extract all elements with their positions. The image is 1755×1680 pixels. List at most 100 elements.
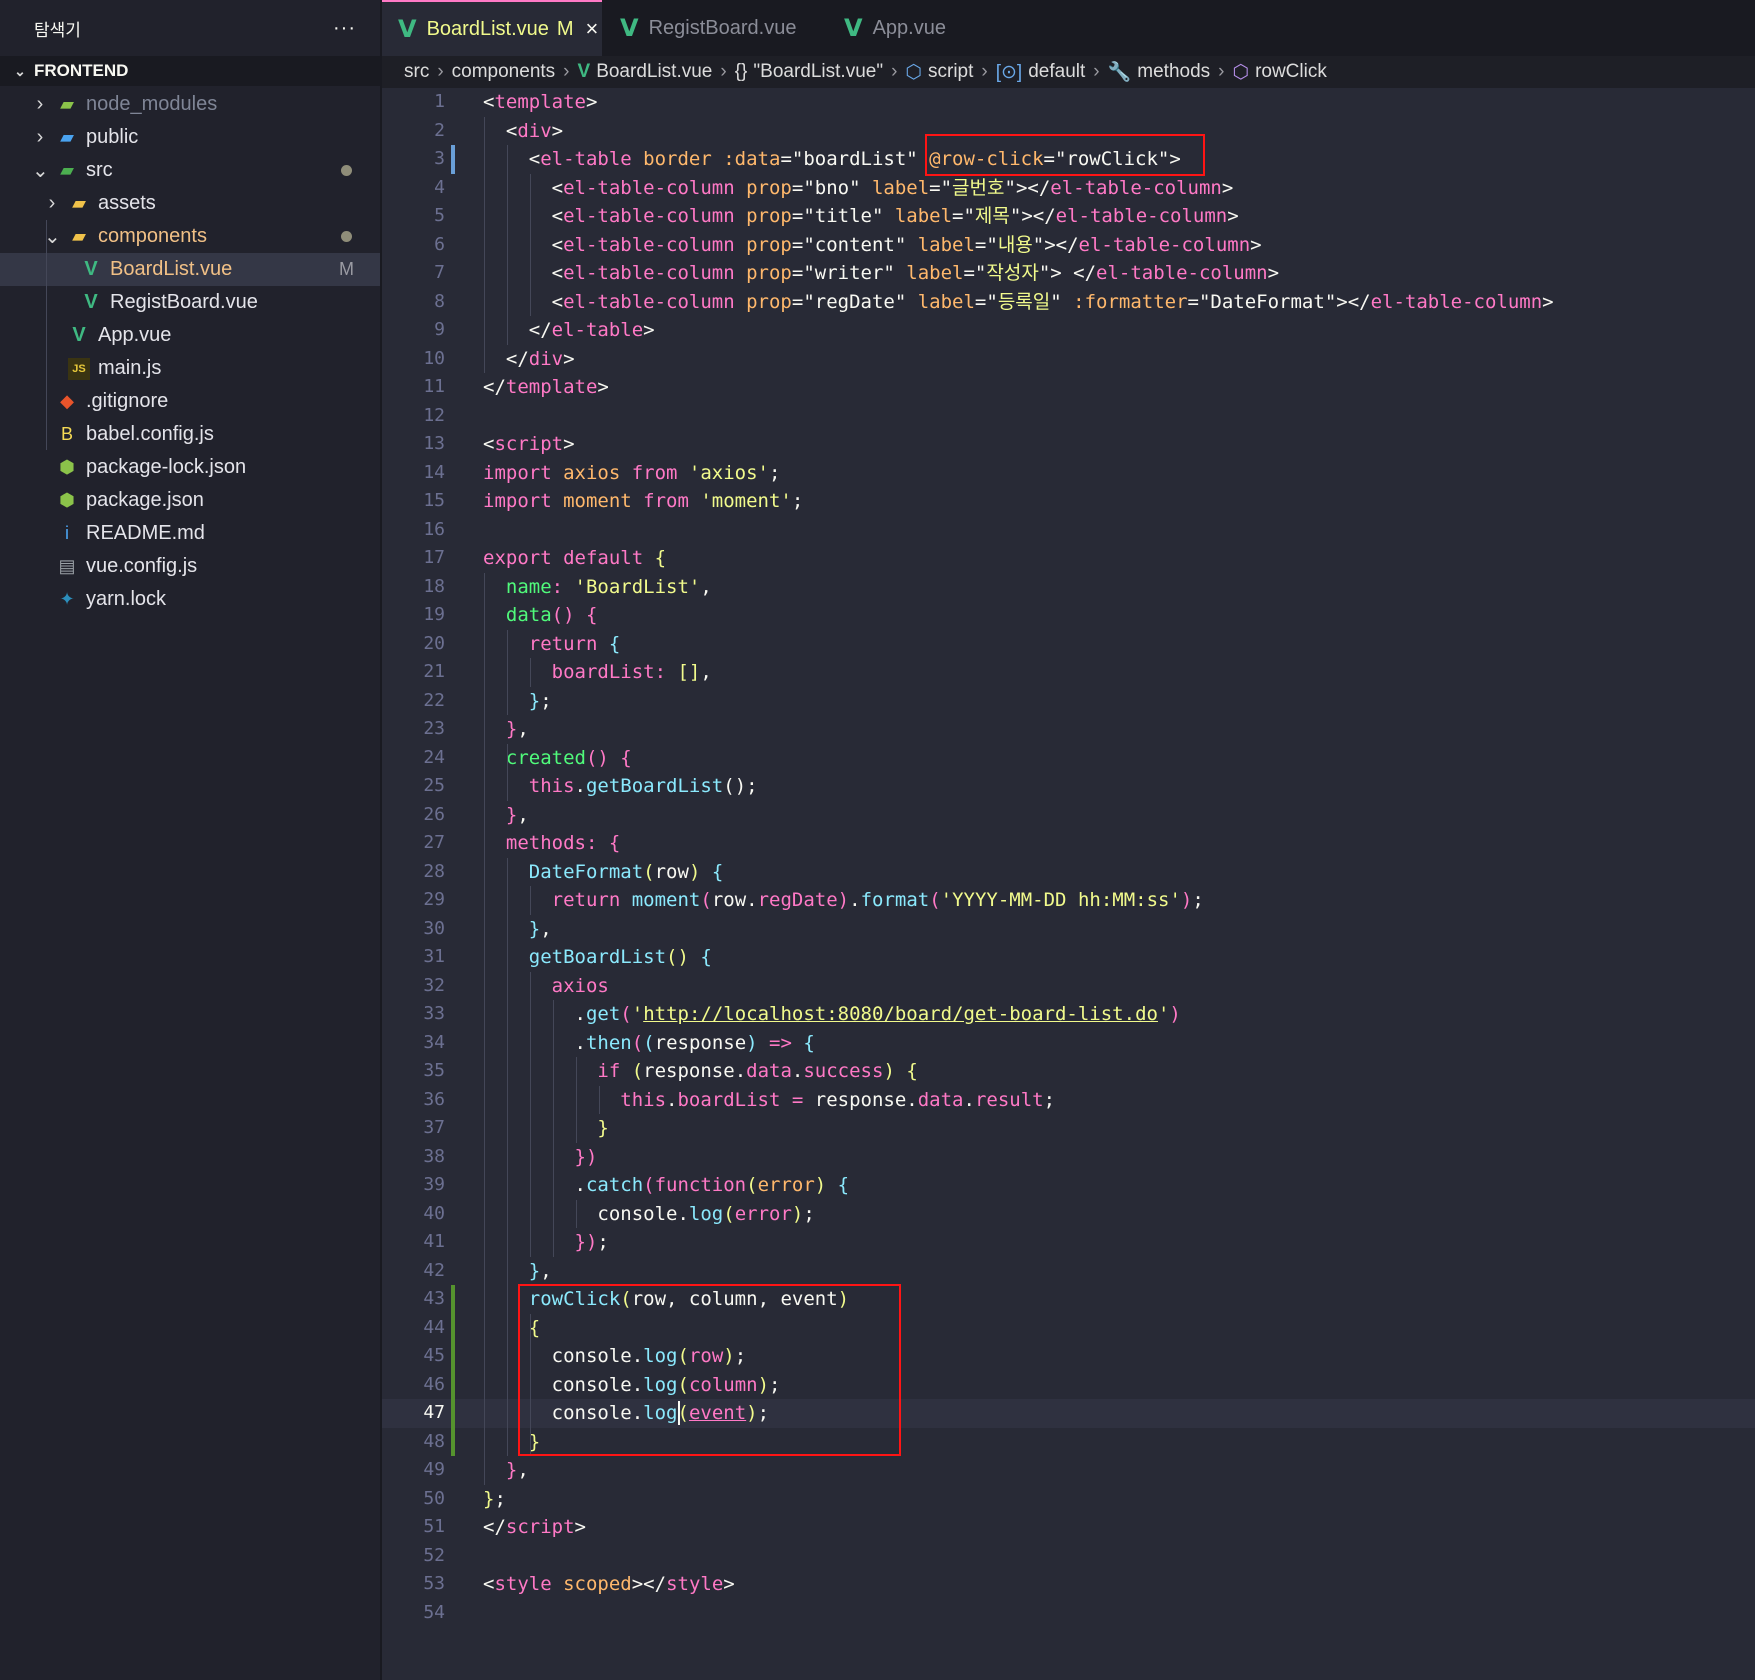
code-line[interactable]: 31 getBoardList() { bbox=[382, 943, 1755, 972]
code-line[interactable]: 8 <el-table-column prop="regDate" label=… bbox=[382, 288, 1755, 317]
code-line[interactable]: 6 <el-table-column prop="content" label=… bbox=[382, 231, 1755, 260]
chevron-right-icon: › bbox=[1093, 61, 1100, 82]
line-number: 20 bbox=[423, 632, 445, 654]
indent-guide bbox=[575, 1199, 577, 1228]
tree-item-gitignore[interactable]: ◆ .gitignore bbox=[0, 385, 380, 418]
tree-item-app-vue[interactable]: V App.vue bbox=[0, 319, 380, 352]
code-text: export default { bbox=[483, 547, 667, 569]
code-line[interactable]: 29 return moment(row.regDate).format('YY… bbox=[382, 886, 1755, 915]
code-line[interactable]: 40 console.log(error); bbox=[382, 1200, 1755, 1229]
code-line[interactable]: 53 <style scoped></style> bbox=[382, 1570, 1755, 1599]
code-line[interactable]: 14 import axios from 'axios'; bbox=[382, 459, 1755, 488]
line-number: 31 bbox=[423, 946, 445, 967]
code-line[interactable]: 18 name: 'BoardList', bbox=[382, 573, 1755, 602]
code-line[interactable]: 39 .catch(function(error) { bbox=[382, 1171, 1755, 1200]
tree-item-package-json[interactable]: ⬢ package.json bbox=[0, 484, 380, 517]
breadcrumb-method[interactable]: rowClick bbox=[1255, 61, 1327, 83]
tree-item-babel-config-js[interactable]: Bbabel.config.js bbox=[0, 418, 380, 451]
babel-icon: B bbox=[60, 424, 73, 444]
vue-icon: V bbox=[84, 258, 98, 280]
code-line[interactable]: 54 bbox=[382, 1599, 1755, 1628]
tree-item-vue-config-js[interactable]: ▤ vue.config.js bbox=[0, 550, 380, 583]
tree-item-label: babel.config.js bbox=[86, 423, 214, 445]
tree-item-public[interactable]: › ▰ public bbox=[0, 121, 380, 154]
code-editor[interactable]: 1 <template> 2 <div> 3 <el-table border :da… bbox=[382, 88, 1755, 1680]
code-line[interactable]: 36 this.boardList = response.data.result… bbox=[382, 1086, 1755, 1115]
close-tab-icon[interactable]: × bbox=[586, 16, 599, 42]
code-line[interactable]: 17 export default { bbox=[382, 544, 1755, 573]
code-line[interactable]: 5 <el-table-column prop="title" label="제… bbox=[382, 202, 1755, 231]
breadcrumb-methods[interactable]: methods bbox=[1137, 61, 1210, 83]
code-line[interactable]: 52 bbox=[382, 1542, 1755, 1571]
breadcrumb-file[interactable]: BoardList.vue bbox=[596, 61, 712, 83]
tab-app-vue[interactable]: V App.vue bbox=[828, 0, 1048, 56]
code-line[interactable]: 19 data() { bbox=[382, 601, 1755, 630]
code-line[interactable]: 27 methods: { bbox=[382, 829, 1755, 858]
more-actions-icon[interactable]: ··· bbox=[333, 17, 356, 40]
code-text: import axios from 'axios'; bbox=[483, 461, 781, 484]
code-line[interactable]: 15 import moment from 'moment'; bbox=[382, 487, 1755, 516]
code-line[interactable]: 4 <el-table-column prop="bno" label="글번호… bbox=[382, 174, 1755, 203]
breadcrumb-src[interactable]: src bbox=[404, 61, 429, 83]
code-text: </el-table> bbox=[483, 319, 655, 341]
code-line[interactable]: 12 bbox=[382, 402, 1755, 431]
tree-item-src[interactable]: ⌄ ▰ src bbox=[0, 154, 380, 187]
line-number: 7 bbox=[434, 262, 445, 283]
tree-item-yarn-lock[interactable]: ✦ yarn.lock bbox=[0, 583, 380, 616]
tree-item-main-js[interactable]: JS main.js bbox=[0, 352, 380, 385]
code-line[interactable]: 50}; bbox=[382, 1485, 1755, 1514]
breadcrumb-json-scope[interactable]: "BoardList.vue" bbox=[753, 61, 883, 83]
tree-item-readme-md[interactable]: i README.md bbox=[0, 517, 380, 550]
code-line[interactable]: 10 </div> bbox=[382, 345, 1755, 374]
code-line[interactable]: 22 }; bbox=[382, 687, 1755, 716]
code-line[interactable]: 38 }) bbox=[382, 1143, 1755, 1172]
git-modified-marker bbox=[451, 145, 455, 174]
vue-icon: V bbox=[398, 15, 417, 43]
indent-guide bbox=[552, 1000, 554, 1257]
code-line[interactable]: 16 bbox=[382, 516, 1755, 545]
breadcrumb-default[interactable]: default bbox=[1028, 61, 1085, 83]
code-line[interactable]: 42 }, bbox=[382, 1257, 1755, 1286]
line-number: 47 bbox=[423, 1402, 445, 1423]
folder-public-icon: ▰ bbox=[60, 127, 74, 147]
code-line[interactable]: 7 <el-table-column prop="writer" label="… bbox=[382, 259, 1755, 288]
explorer-section-frontend[interactable]: ⌄ FRONTEND bbox=[0, 56, 380, 86]
code-line[interactable]: 25 this.getBoardList(); bbox=[382, 772, 1755, 801]
tab-registboard-vue[interactable]: V RegistBoard.vue bbox=[604, 0, 826, 56]
chevron-right-icon: › bbox=[36, 93, 44, 115]
tree-item-node-modules[interactable]: › ▰ node_modules bbox=[0, 88, 380, 121]
code-line[interactable]: 30 }, bbox=[382, 915, 1755, 944]
code-line[interactable]: 37 } bbox=[382, 1114, 1755, 1143]
indent-guide bbox=[529, 971, 531, 1257]
code-line[interactable]: 11 </template> bbox=[382, 373, 1755, 402]
tree-item-components[interactable]: ⌄ ▰ components bbox=[0, 220, 380, 253]
code-line[interactable]: 41 }); bbox=[382, 1228, 1755, 1257]
code-line[interactable]: 21 boardList: [], bbox=[382, 658, 1755, 687]
git-icon: ◆ bbox=[60, 391, 74, 411]
line-number: 21 bbox=[423, 661, 445, 682]
code-line[interactable]: 33 .get('http://localhost:8080/board/get… bbox=[382, 1000, 1755, 1029]
nodejs-icon: ⬢ bbox=[59, 457, 75, 477]
modified-dot-icon bbox=[341, 231, 352, 242]
code-line[interactable]: 35 if (response.data.success) { bbox=[382, 1057, 1755, 1086]
code-line[interactable]: 34 .then((response) => { bbox=[382, 1029, 1755, 1058]
tree-item-assets[interactable]: › ▰ assets bbox=[0, 187, 380, 220]
code-line[interactable]: 23 }, bbox=[382, 715, 1755, 744]
tree-item-label: vue.config.js bbox=[86, 555, 198, 577]
code-line[interactable]: 51 </script> bbox=[382, 1513, 1755, 1542]
tab-boardlist-vue[interactable]: V BoardList.vue M × bbox=[382, 0, 602, 56]
tree-item-package-lock-json[interactable]: ⬢ package-lock.json bbox=[0, 451, 380, 484]
breadcrumb-components[interactable]: components bbox=[452, 61, 556, 83]
code-line[interactable]: 32 axios bbox=[382, 972, 1755, 1001]
code-line[interactable]: 1 <template> bbox=[382, 88, 1755, 117]
code-line[interactable]: 9 </el-table> bbox=[382, 316, 1755, 345]
code-line[interactable]: 20 return { bbox=[382, 630, 1755, 659]
code-line[interactable]: 28 DateFormat(row) { bbox=[382, 858, 1755, 887]
tree-item-boardlist-vue[interactable]: V BoardList.vue M bbox=[0, 253, 380, 286]
code-line[interactable]: 26 }, bbox=[382, 801, 1755, 830]
code-line[interactable]: 24 created() { bbox=[382, 744, 1755, 773]
tree-item-registboard-vue[interactable]: V RegistBoard.vue bbox=[0, 286, 380, 319]
breadcrumb-script[interactable]: script bbox=[928, 61, 973, 83]
code-line[interactable]: 49 }, bbox=[382, 1456, 1755, 1485]
code-line[interactable]: 13 <script> bbox=[382, 430, 1755, 459]
